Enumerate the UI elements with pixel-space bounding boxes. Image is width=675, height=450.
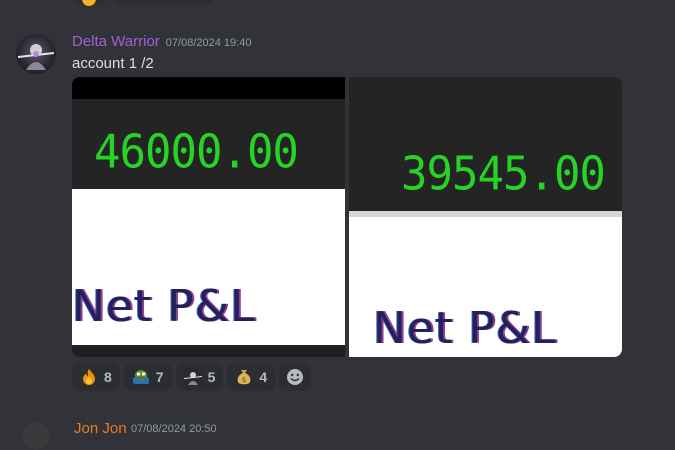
- timestamp: 07/08/2024 19:40: [165, 37, 252, 49]
- net-pnl-label: Net P&L: [373, 303, 557, 354]
- reaction-money-bag[interactable]: $ 4: [227, 363, 276, 391]
- avatar-emoji-icon: [183, 368, 202, 386]
- message-header: Delta Warrior 07/08/2024 19:40: [72, 33, 251, 51]
- attachments: 46000.00 Net P&L 39545.00 Net P&L: [72, 77, 622, 357]
- previous-message-reactions: [72, 0, 214, 6]
- reaction-count: 4: [259, 369, 268, 385]
- previous-reaction[interactable]: [72, 0, 108, 6]
- svg-text:$: $: [242, 376, 246, 384]
- username[interactable]: Delta Warrior: [72, 33, 160, 50]
- reaction-count: 7: [155, 369, 164, 385]
- message-text: account 1 /2: [72, 55, 154, 72]
- reaction-count: 8: [104, 369, 112, 385]
- timestamp: 07/08/2024 20:50: [131, 423, 217, 435]
- image-band: [72, 345, 345, 357]
- money-bag-icon: $: [238, 370, 251, 385]
- net-pnl-label: Net P&L: [72, 281, 256, 332]
- reaction-pepe[interactable]: 7: [123, 363, 172, 391]
- next-message: Jon Jon 07/08/2024 20:50: [0, 410, 675, 450]
- avatar[interactable]: [22, 422, 50, 450]
- previous-reaction[interactable]: [112, 0, 214, 4]
- reaction-count: 5: [207, 369, 216, 385]
- emoji-icon: [82, 0, 96, 6]
- reaction-avatar[interactable]: 5: [175, 363, 224, 391]
- image-band: [72, 77, 345, 99]
- fire-icon: [83, 369, 95, 385]
- reaction-fire[interactable]: 8: [72, 363, 120, 391]
- add-reaction-button[interactable]: [279, 363, 312, 391]
- reactions-bar: 8 7 5 $ 4: [72, 363, 312, 391]
- image-attachment-1[interactable]: 46000.00 Net P&L: [72, 77, 345, 357]
- balance-value: 46000.00: [94, 125, 299, 180]
- image-band: [349, 211, 622, 217]
- pepe-icon: [132, 370, 149, 384]
- balance-value: 39545.00: [401, 147, 606, 202]
- avatar-figure-icon: [18, 44, 54, 70]
- username[interactable]: Jon Jon: [74, 420, 127, 437]
- image-attachment-2[interactable]: 39545.00 Net P&L: [349, 77, 622, 357]
- avatar[interactable]: [16, 34, 56, 74]
- smiley-icon: [287, 369, 304, 385]
